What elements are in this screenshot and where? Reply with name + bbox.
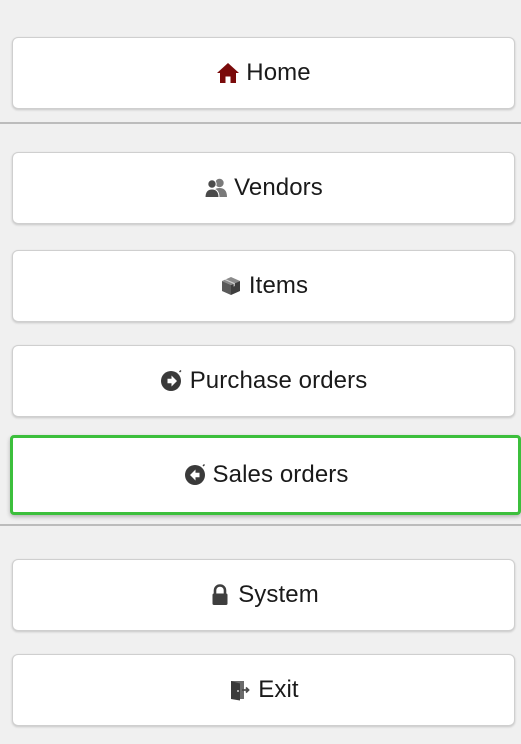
- exit-door-icon: [228, 678, 252, 702]
- cube-icon: [219, 274, 243, 298]
- vendors-button-content: Vendors: [204, 174, 323, 202]
- exit-label: Exit: [258, 676, 299, 703]
- home-button-content: Home: [216, 59, 311, 87]
- purchase-orders-button[interactable]: Purchase orders: [12, 345, 515, 417]
- items-button[interactable]: Items: [12, 250, 515, 322]
- users-icon: [204, 176, 228, 200]
- vendors-label: Vendors: [234, 174, 323, 201]
- vendors-button[interactable]: Vendors: [12, 152, 515, 224]
- arrow-circle-right-icon: [160, 369, 184, 393]
- system-label: System: [238, 581, 319, 608]
- exit-button[interactable]: Exit: [12, 654, 515, 726]
- sales-orders-button[interactable]: Sales orders: [10, 435, 521, 515]
- separator: [0, 122, 521, 124]
- items-button-content: Items: [219, 272, 308, 300]
- arrow-circle-left-icon: [183, 463, 207, 487]
- home-button[interactable]: Home: [12, 37, 515, 109]
- sales-orders-label: Sales orders: [212, 461, 349, 488]
- purchase-orders-label: Purchase orders: [189, 367, 368, 394]
- home-label: Home: [246, 59, 311, 86]
- lock-icon: [208, 583, 232, 607]
- separator: [0, 524, 521, 526]
- sales-orders-button-content: Sales orders: [183, 461, 349, 489]
- exit-button-content: Exit: [228, 676, 299, 704]
- system-button[interactable]: System: [12, 559, 515, 631]
- home-icon: [216, 61, 240, 85]
- items-label: Items: [248, 272, 309, 299]
- purchase-orders-button-content: Purchase orders: [160, 367, 368, 395]
- system-button-content: System: [208, 581, 319, 609]
